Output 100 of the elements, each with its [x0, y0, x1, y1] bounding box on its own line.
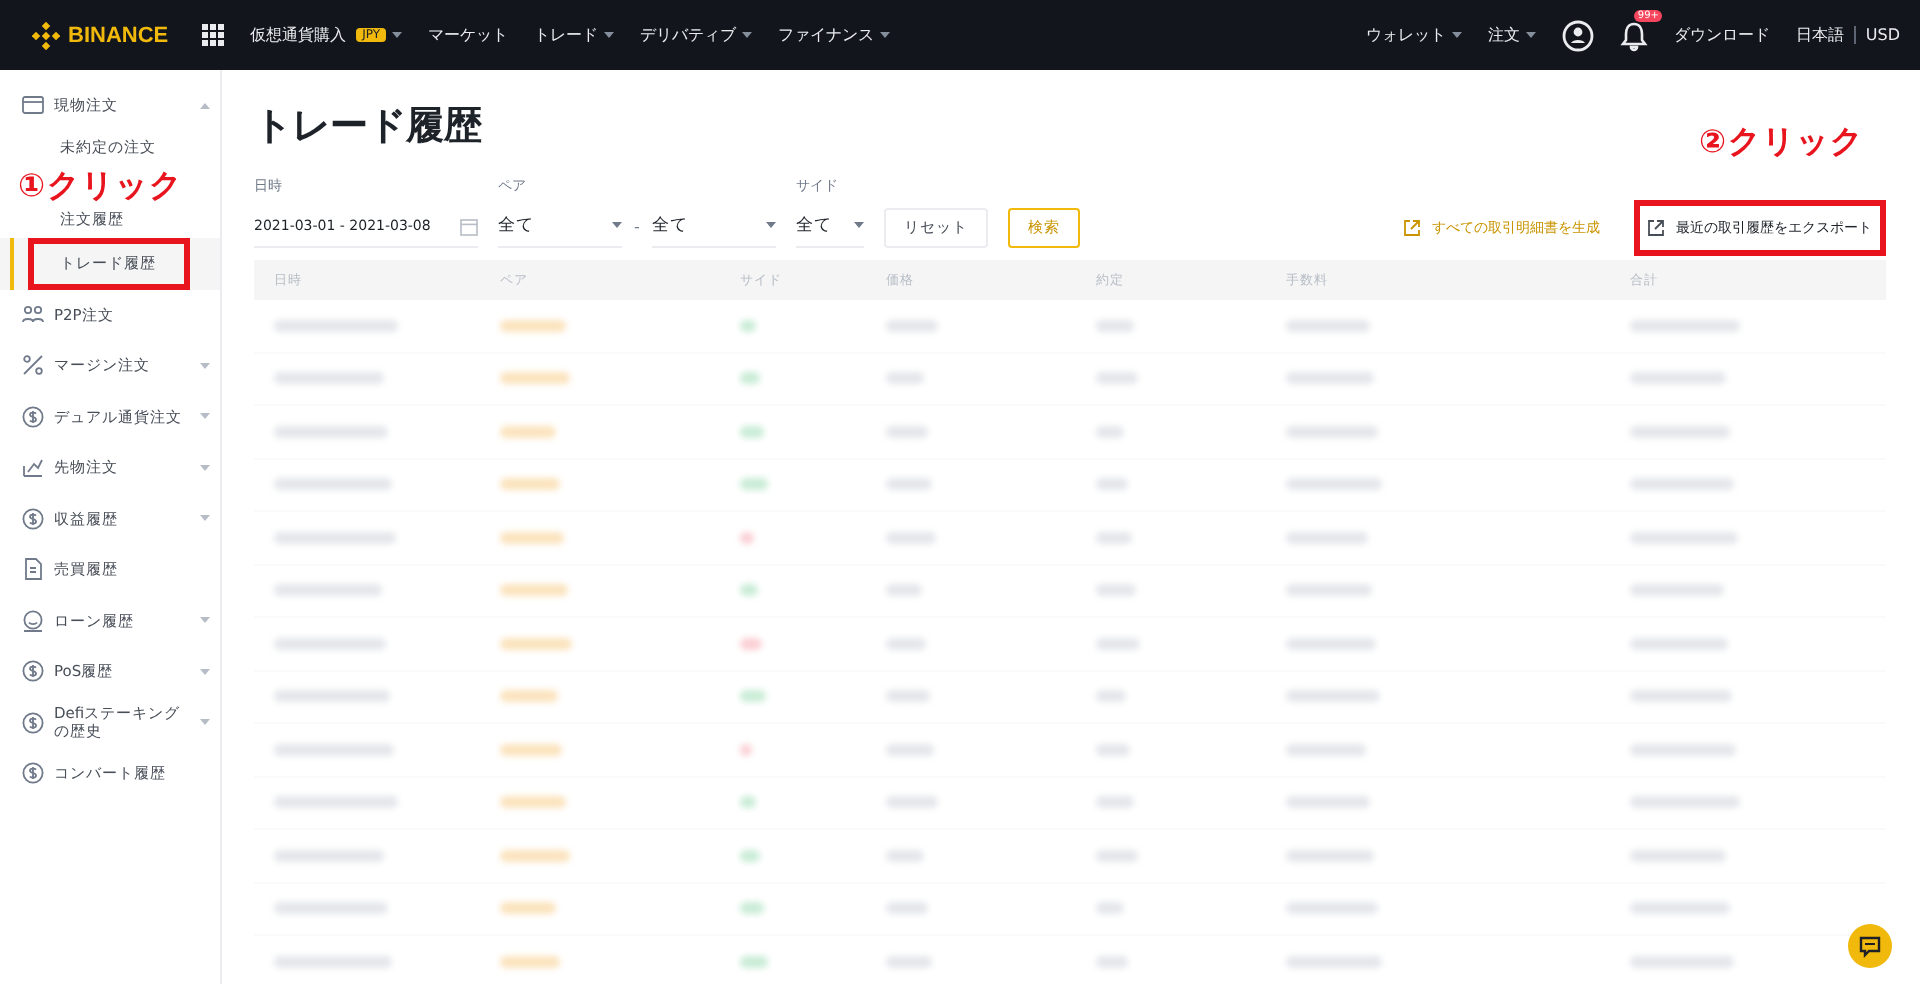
blurred-text — [1286, 743, 1366, 756]
blurred-text — [1286, 478, 1382, 491]
blurred-text — [1630, 637, 1728, 650]
blurred-text — [1096, 743, 1130, 756]
nav-link[interactable]: ダウンロード — [1673, 24, 1770, 46]
blurred-text — [886, 319, 938, 332]
blurred-text — [500, 425, 556, 438]
blurred-text — [1630, 425, 1730, 438]
blurred-text — [274, 796, 398, 809]
annotation-label: ①クリック — [16, 165, 186, 203]
blurred-text — [500, 796, 566, 809]
blurred-text — [886, 372, 924, 385]
blurred-text — [274, 743, 394, 756]
blurred-text — [1286, 584, 1372, 597]
blurred-text — [500, 584, 568, 597]
blurred-text — [1630, 584, 1724, 597]
blurred-text — [1286, 425, 1378, 438]
blurred-text — [886, 637, 926, 650]
blurred-text — [500, 743, 562, 756]
dollar-coin-icon — [22, 507, 44, 530]
page-title: トレード履歴 — [254, 102, 482, 152]
blurred-text — [1286, 319, 1370, 332]
blurred-text — [274, 372, 384, 385]
caret-icon — [853, 222, 864, 230]
nav-link[interactable]: トレード — [534, 24, 615, 46]
nav-link[interactable]: デリバティブ — [640, 24, 753, 46]
chart-arrow-icon — [22, 456, 44, 479]
blurred-text — [1286, 796, 1370, 809]
nav-link[interactable]: マーケット — [428, 24, 509, 46]
blurred-text — [1630, 690, 1732, 703]
blurred-text — [500, 902, 556, 915]
external-link-icon — [1404, 220, 1420, 236]
blurred-text — [274, 478, 392, 491]
side-select[interactable]: 全て — [795, 206, 864, 248]
blurred-text — [1286, 531, 1368, 544]
blurred-text — [500, 849, 570, 862]
blurred-text — [1286, 637, 1376, 650]
blurred-text — [1096, 425, 1124, 438]
blurred-text — [500, 637, 572, 650]
blurred-text — [1630, 796, 1740, 809]
blurred-text — [274, 319, 398, 332]
logo[interactable]: BINANCE — [32, 21, 169, 49]
caret-icon — [765, 222, 776, 230]
blurred-text — [1096, 319, 1134, 332]
card-icon — [22, 94, 44, 117]
blurred-text — [500, 319, 566, 332]
blurred-text — [886, 902, 928, 915]
blurred-text — [1096, 955, 1128, 968]
blurred-text — [1096, 849, 1138, 862]
nav-link[interactable]: 注文 — [1487, 24, 1536, 46]
blurred-text — [1286, 372, 1374, 385]
user-icon[interactable] — [1561, 19, 1594, 51]
calendar-icon — [460, 217, 478, 235]
percent-icon — [22, 354, 44, 377]
blurred-text — [886, 743, 934, 756]
blurred-text — [274, 902, 388, 915]
blurred-text — [274, 637, 386, 650]
currency-link[interactable]: USD — [1865, 26, 1900, 44]
nav-link[interactable]: ファイナンス — [778, 24, 891, 46]
quote-select[interactable]: 全て — [651, 206, 776, 248]
blurred-text — [1096, 531, 1132, 544]
blurred-text — [274, 425, 388, 438]
blurred-text — [1096, 690, 1126, 703]
grid-menu-icon[interactable] — [202, 24, 225, 46]
annotation-label: ②クリック — [1698, 122, 1864, 164]
blurred-text — [500, 531, 564, 544]
brand-name: BINANCE — [68, 23, 169, 47]
blurred-text — [1286, 690, 1380, 703]
blurred-text — [1096, 584, 1136, 597]
selection-indicator — [10, 237, 14, 289]
language-link[interactable]: 日本語 — [1795, 24, 1844, 46]
notification-bell-icon[interactable] — [1619, 19, 1648, 51]
dollar-coin-icon — [22, 762, 44, 785]
blurred-text — [274, 584, 382, 597]
blurred-text — [1096, 372, 1138, 385]
blurred-text — [1630, 319, 1740, 332]
blurred-text — [886, 955, 932, 968]
blurred-text — [500, 955, 560, 968]
blurred-text — [1286, 902, 1378, 915]
blurred-text — [1630, 478, 1734, 491]
blurred-text — [1630, 849, 1726, 862]
blurred-text — [886, 478, 932, 491]
caret-icon — [612, 222, 622, 230]
document-icon — [22, 558, 44, 581]
blurred-text — [274, 849, 384, 862]
chat-bubble-icon[interactable] — [1848, 924, 1892, 968]
blurred-text — [500, 478, 560, 491]
nav-link[interactable]: ウォレット — [1365, 24, 1462, 46]
dollar-coin-icon — [22, 405, 44, 428]
dollar-coin-icon — [22, 711, 44, 734]
blurred-text — [886, 584, 922, 597]
blurred-text — [274, 531, 396, 544]
blurred-text — [500, 372, 570, 385]
base-select[interactable]: 全て — [498, 206, 622, 248]
blurred-text — [500, 690, 558, 703]
blurred-text — [1096, 796, 1134, 809]
blurred-text — [1286, 849, 1374, 862]
blurred-text — [274, 690, 390, 703]
blurred-text — [1630, 372, 1726, 385]
people-icon — [22, 303, 44, 326]
